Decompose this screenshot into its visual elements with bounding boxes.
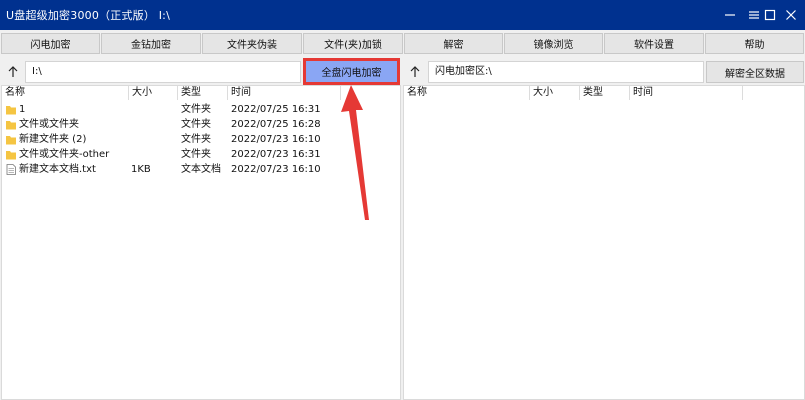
row-size: 1KB xyxy=(131,164,151,175)
toolbar: 闪电加密 金钻加密 文件夹伪装 文件(夹)加锁 解密 镜像浏览 软件设置 帮助 xyxy=(0,30,805,57)
text-file-icon xyxy=(6,164,16,175)
col-name[interactable]: 名称 xyxy=(404,86,530,100)
folder-disguise-button[interactable]: 文件夹伪装 xyxy=(202,33,302,54)
maximize-icon xyxy=(764,9,776,21)
left-up-button[interactable] xyxy=(2,61,24,83)
minimize-button[interactable] xyxy=(720,0,740,30)
file-lock-button[interactable]: 文件(夹)加锁 xyxy=(303,33,403,54)
table-row[interactable]: 1 文件夹 2022/07/25 16:31 xyxy=(2,102,400,117)
col-time[interactable]: 时间 xyxy=(630,86,743,100)
table-row[interactable]: 文件或文件夹 文件夹 2022/07/25 16:28 xyxy=(2,117,400,132)
row-name: 文件或文件夹 xyxy=(19,119,79,130)
row-time: 2022/07/25 16:31 xyxy=(231,104,321,115)
folder-icon xyxy=(6,151,16,160)
decrypt-button[interactable]: 解密 xyxy=(404,33,503,54)
row-time: 2022/07/23 16:10 xyxy=(231,134,321,145)
row-time: 2022/07/23 16:10 xyxy=(231,164,321,175)
menu-icon xyxy=(749,11,759,19)
arrow-up-icon xyxy=(8,66,18,77)
col-size[interactable]: 大小 xyxy=(530,86,580,100)
table-row[interactable]: 新建文本文档.txt 1KB 文本文档 2022/07/23 16:10 xyxy=(2,162,400,177)
left-file-list[interactable]: 名称 大小 类型 时间 1 文件夹 2022/07/25 16:31 文件或文件… xyxy=(1,85,401,400)
col-type[interactable]: 类型 xyxy=(580,86,630,100)
row-type: 文件夹 xyxy=(181,149,211,160)
help-button[interactable]: 帮助 xyxy=(705,33,804,54)
title-bar: U盘超级加密3000（正式版） I:\ xyxy=(0,0,805,30)
maximize-button[interactable] xyxy=(760,0,780,30)
window-title: U盘超级加密3000（正式版） I:\ xyxy=(6,9,170,22)
settings-button[interactable]: 软件设置 xyxy=(604,33,704,54)
col-name[interactable]: 名称 xyxy=(2,86,129,100)
row-name: 文件或文件夹-other xyxy=(19,149,110,160)
folder-icon xyxy=(6,136,16,145)
row-name: 1 xyxy=(19,104,26,115)
diamond-encrypt-button[interactable]: 金钻加密 xyxy=(101,33,201,54)
minimize-icon xyxy=(725,14,735,16)
col-time[interactable]: 时间 xyxy=(228,86,341,100)
row-time: 2022/07/25 16:28 xyxy=(231,119,321,130)
table-row[interactable]: 新建文件夹 (2) 文件夹 2022/07/23 16:10 xyxy=(2,132,400,147)
right-file-list[interactable]: 名称 大小 类型 时间 xyxy=(403,85,805,400)
arrow-up-icon xyxy=(410,66,420,77)
row-type: 文件夹 xyxy=(181,134,211,145)
full-disk-flash-encrypt-button[interactable]: 全盘闪电加密 xyxy=(303,58,400,85)
flash-encrypt-button[interactable]: 闪电加密 xyxy=(1,33,100,54)
folder-icon xyxy=(6,121,16,130)
row-type: 文本文档 xyxy=(181,164,221,175)
table-row[interactable]: 文件或文件夹-other 文件夹 2022/07/23 16:31 xyxy=(2,147,400,162)
right-up-button[interactable] xyxy=(404,61,426,83)
col-type[interactable]: 类型 xyxy=(178,86,228,100)
col-size[interactable]: 大小 xyxy=(129,86,178,100)
row-name: 新建文本文档.txt xyxy=(19,164,96,175)
close-icon xyxy=(786,10,796,20)
image-browse-button[interactable]: 镜像浏览 xyxy=(504,33,603,54)
row-time: 2022/07/23 16:31 xyxy=(231,149,321,160)
row-type: 文件夹 xyxy=(181,119,211,130)
left-path-input[interactable]: I:\ xyxy=(25,61,301,83)
close-button[interactable] xyxy=(781,0,801,30)
row-name: 新建文件夹 (2) xyxy=(19,134,87,145)
decrypt-all-button[interactable]: 解密全区数据 xyxy=(706,61,804,83)
folder-icon xyxy=(6,106,16,115)
row-type: 文件夹 xyxy=(181,104,211,115)
right-path-input[interactable]: 闪电加密区:\ xyxy=(428,61,704,83)
